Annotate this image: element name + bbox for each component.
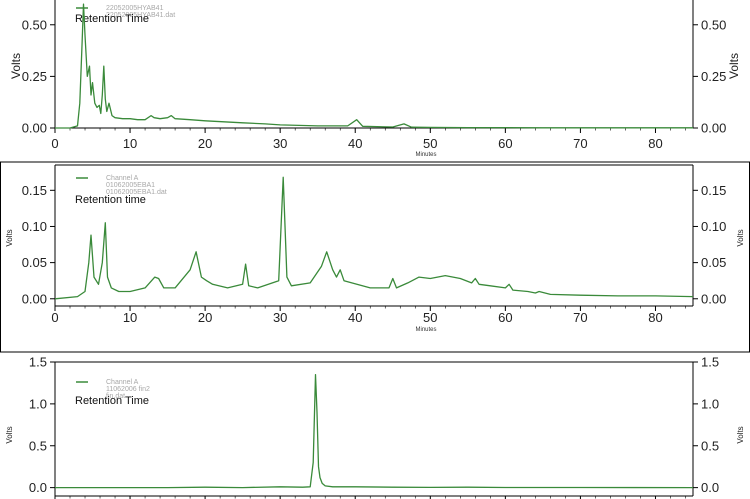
legend-entry: Channel A bbox=[106, 379, 139, 386]
y-tick-label-right: 0.10 bbox=[701, 219, 726, 234]
x-tick-label: 70 bbox=[573, 310, 587, 325]
y-tick-label-right: 0.05 bbox=[701, 255, 726, 270]
y-tick-label-left: 0.25 bbox=[22, 69, 47, 84]
y-axis-label-right: Volts bbox=[727, 53, 741, 79]
y-tick-label-right: 0.5 bbox=[701, 438, 719, 453]
y-tick-label-right: 0.50 bbox=[701, 17, 726, 32]
y-axis-label-left: Volts bbox=[5, 229, 14, 246]
y-tick-label-right: 1.5 bbox=[701, 355, 719, 370]
x-tick-label: 10 bbox=[123, 310, 137, 325]
y-tick-label-left: 0.05 bbox=[22, 255, 47, 270]
y-tick-label-left: 0.50 bbox=[22, 17, 47, 32]
y-tick-label-right: 0.15 bbox=[701, 183, 726, 198]
y-tick-label-left: 1.0 bbox=[29, 396, 47, 411]
y-tick-label-left: 0.15 bbox=[22, 183, 47, 198]
x-tick-label: 80 bbox=[648, 136, 662, 151]
retention-time-label: Retention time bbox=[75, 194, 146, 206]
y-tick-label-left: 0.5 bbox=[29, 438, 47, 453]
y-tick-label-left: 0.00 bbox=[22, 121, 47, 136]
y-tick-label-right: 1.0 bbox=[701, 396, 719, 411]
legend-entry: 11062006 fin2 bbox=[106, 386, 150, 393]
y-axis-label-right: Volts bbox=[736, 426, 745, 443]
x-tick-label: 20 bbox=[198, 136, 212, 151]
x-axis-label: Minutes bbox=[415, 152, 436, 158]
x-tick-label: 10 bbox=[123, 136, 137, 151]
x-tick-label: 60 bbox=[498, 310, 512, 325]
x-tick-label: 60 bbox=[498, 136, 512, 151]
x-tick-label: 30 bbox=[273, 136, 287, 151]
x-tick-label: 40 bbox=[348, 310, 362, 325]
x-tick-label: 30 bbox=[273, 310, 287, 325]
y-axis-label-left: Volts bbox=[9, 53, 23, 79]
x-tick-label: 40 bbox=[348, 136, 362, 151]
retention-time-label: Retention Time bbox=[75, 13, 149, 25]
legend-entry: Channel A bbox=[106, 175, 139, 182]
y-tick-label-left: 1.5 bbox=[29, 355, 47, 370]
legend-entry: 22052005HYAB41 bbox=[106, 5, 164, 12]
y-tick-label-right: 0.25 bbox=[701, 69, 726, 84]
y-tick-label-right: 0.0 bbox=[701, 480, 719, 495]
legend-entry: 01062005EBA1 bbox=[106, 182, 155, 189]
y-tick-label-left: 0.00 bbox=[22, 291, 47, 306]
x-axis-label: Minutes bbox=[415, 327, 436, 333]
x-tick-label: 50 bbox=[423, 136, 437, 151]
figure-background bbox=[0, 0, 750, 499]
retention-time-label: Retention Time bbox=[75, 395, 149, 407]
x-tick-label: 80 bbox=[648, 310, 662, 325]
y-axis-label-left: Volts bbox=[5, 426, 14, 443]
y-tick-label-left: 0.10 bbox=[22, 219, 47, 234]
x-tick-label: 50 bbox=[423, 310, 437, 325]
x-tick-label: 0 bbox=[51, 310, 58, 325]
y-tick-label-right: 0.00 bbox=[701, 121, 726, 136]
y-axis-label-right: Volts bbox=[736, 229, 745, 246]
x-tick-label: 0 bbox=[51, 136, 58, 151]
y-tick-label-left: 0.0 bbox=[29, 480, 47, 495]
chromatogram-figure: 0 10 20 30 40 50 60 70 800.00 0.000.25 0.250.50 0.5… bbox=[0, 0, 750, 499]
x-tick-label: 70 bbox=[573, 136, 587, 151]
y-tick-label-right: 0.00 bbox=[701, 291, 726, 306]
x-tick-label: 20 bbox=[198, 310, 212, 325]
